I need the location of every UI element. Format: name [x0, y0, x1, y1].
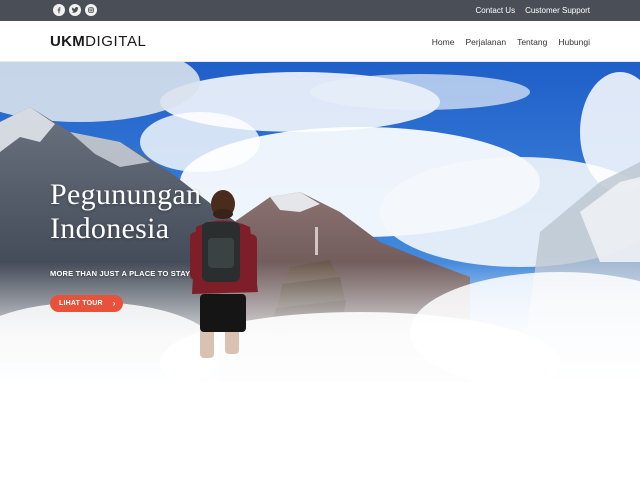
instagram-icon[interactable] — [85, 4, 97, 16]
hero-title-line-2: Indonesia — [50, 212, 170, 245]
main-nav: Home Perjalanan Tentang Hubungi — [432, 21, 590, 62]
customer-support-link[interactable]: Customer Support — [525, 6, 590, 15]
twitter-icon[interactable] — [69, 4, 81, 16]
logo-bold-text: UKM — [50, 33, 86, 50]
nav-item-perjalanan[interactable]: Perjalanan — [465, 37, 506, 47]
site-header: UKMDIGITAL Home Perjalanan Tentang Hubun… — [0, 21, 640, 62]
hero-subtitle: MORE THAN JUST A PLACE TO STAY — [50, 269, 191, 278]
hero-title-line-1: Pegunungan — [50, 178, 202, 211]
nav-item-hubungi[interactable]: Hubungi — [558, 37, 590, 47]
nav-item-home[interactable]: Home — [432, 37, 455, 47]
chevron-right-icon: › — [112, 298, 116, 308]
lihat-tour-label: LIHAT TOUR — [59, 300, 103, 307]
page-content-area — [0, 429, 640, 480]
top-bar: Contact Us Customer Support — [0, 0, 640, 21]
contact-us-link[interactable]: Contact Us — [476, 6, 516, 15]
lihat-tour-button[interactable]: LIHAT TOUR › — [50, 295, 123, 312]
nav-item-tentang[interactable]: Tentang — [517, 37, 547, 47]
hero-title: Pegunungan Indonesia — [50, 178, 250, 246]
site-logo[interactable]: UKMDIGITAL — [50, 34, 147, 50]
facebook-icon[interactable] — [53, 4, 65, 16]
hero-section: Pegunungan Indonesia MORE THAN JUST A PLA… — [0, 62, 640, 429]
top-links: Contact Us Customer Support — [476, 0, 591, 21]
logo-light-text: DIGITAL — [85, 33, 147, 50]
